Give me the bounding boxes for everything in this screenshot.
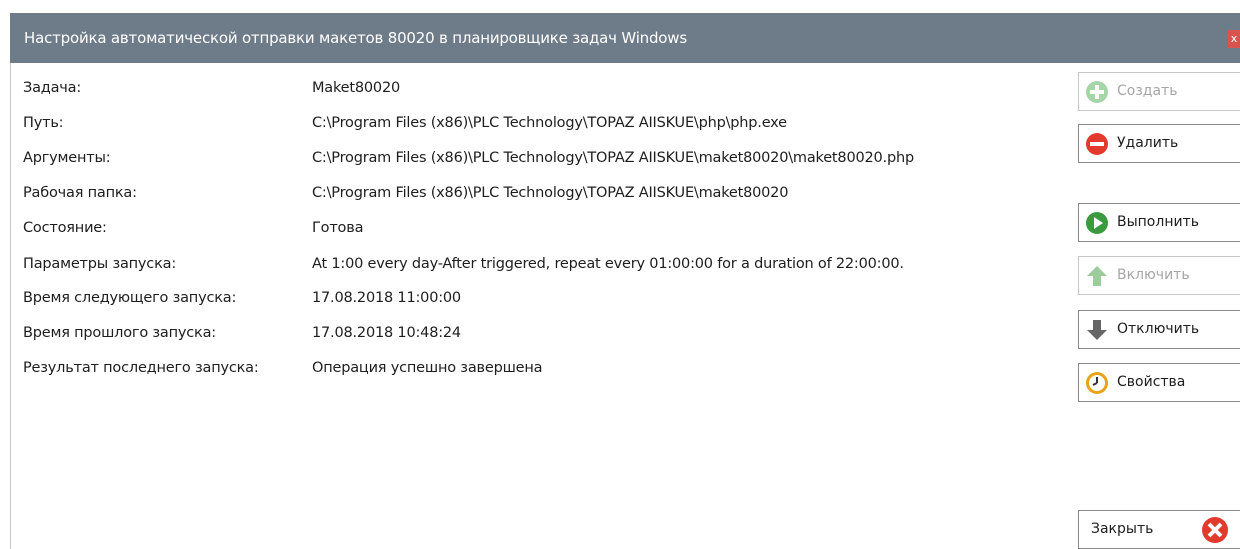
field-label-last-result: Результат последнего запуска: — [23, 360, 259, 376]
delete-button[interactable]: Удалить — [1078, 124, 1240, 163]
close-button-label: Закрыть — [1091, 521, 1154, 537]
close-circle-icon — [1202, 517, 1228, 543]
field-value-task: Maket80020 — [312, 80, 401, 96]
play-circle-icon — [1086, 212, 1108, 234]
title-bar: Настройка автоматической отправки макето… — [10, 13, 1240, 63]
run-button-label: Выполнить — [1117, 214, 1199, 230]
close-button[interactable]: Закрыть — [1078, 510, 1240, 549]
run-button[interactable]: Выполнить — [1078, 203, 1240, 242]
properties-button-label: Свойства — [1117, 374, 1186, 390]
field-value-trigger: At 1:00 every day-After triggered, repea… — [312, 256, 904, 272]
field-value-last-result: Операция успешно завершена — [312, 360, 543, 376]
field-value-next-run: 17.08.2018 11:00:00 — [312, 290, 461, 306]
field-label-trigger: Параметры запуска: — [23, 256, 177, 272]
field-value-state: Готова — [312, 220, 364, 236]
field-label-path: Путь: — [23, 115, 64, 131]
minus-circle-icon — [1086, 133, 1108, 155]
field-label-state: Состояние: — [23, 220, 107, 236]
field-label-arguments: Аргументы: — [23, 150, 111, 166]
delete-button-label: Удалить — [1117, 135, 1179, 151]
create-button[interactable]: Создать — [1078, 72, 1240, 111]
arrow-down-icon — [1087, 320, 1107, 340]
field-value-last-run: 17.08.2018 10:48:24 — [312, 325, 461, 341]
field-value-path: C:\Program Files (x86)\PLC Technology\TO… — [312, 115, 787, 131]
field-label-task: Задача: — [23, 80, 82, 96]
window-close-button[interactable]: x — [1228, 30, 1240, 48]
plus-circle-icon — [1086, 81, 1108, 103]
field-label-next-run: Время следующего запуска: — [23, 290, 237, 306]
field-label-last-run: Время прошлого запуска: — [23, 325, 216, 341]
disable-button-label: Отключить — [1117, 321, 1200, 337]
enable-button-label: Включить — [1117, 267, 1190, 283]
clock-icon — [1086, 372, 1108, 394]
field-value-working-folder: C:\Program Files (x86)\PLC Technology\TO… — [312, 185, 789, 201]
create-button-label: Создать — [1117, 83, 1178, 99]
enable-button[interactable]: Включить — [1078, 256, 1240, 295]
disable-button[interactable]: Отключить — [1078, 310, 1240, 349]
window-title: Настройка автоматической отправки макето… — [24, 29, 687, 47]
field-label-working-folder: Рабочая папка: — [23, 185, 137, 201]
arrow-up-icon — [1087, 266, 1107, 286]
properties-button[interactable]: Свойства — [1078, 363, 1240, 402]
field-value-arguments: C:\Program Files (x86)\PLC Technology\TO… — [312, 150, 914, 166]
window-left-border — [10, 63, 11, 549]
